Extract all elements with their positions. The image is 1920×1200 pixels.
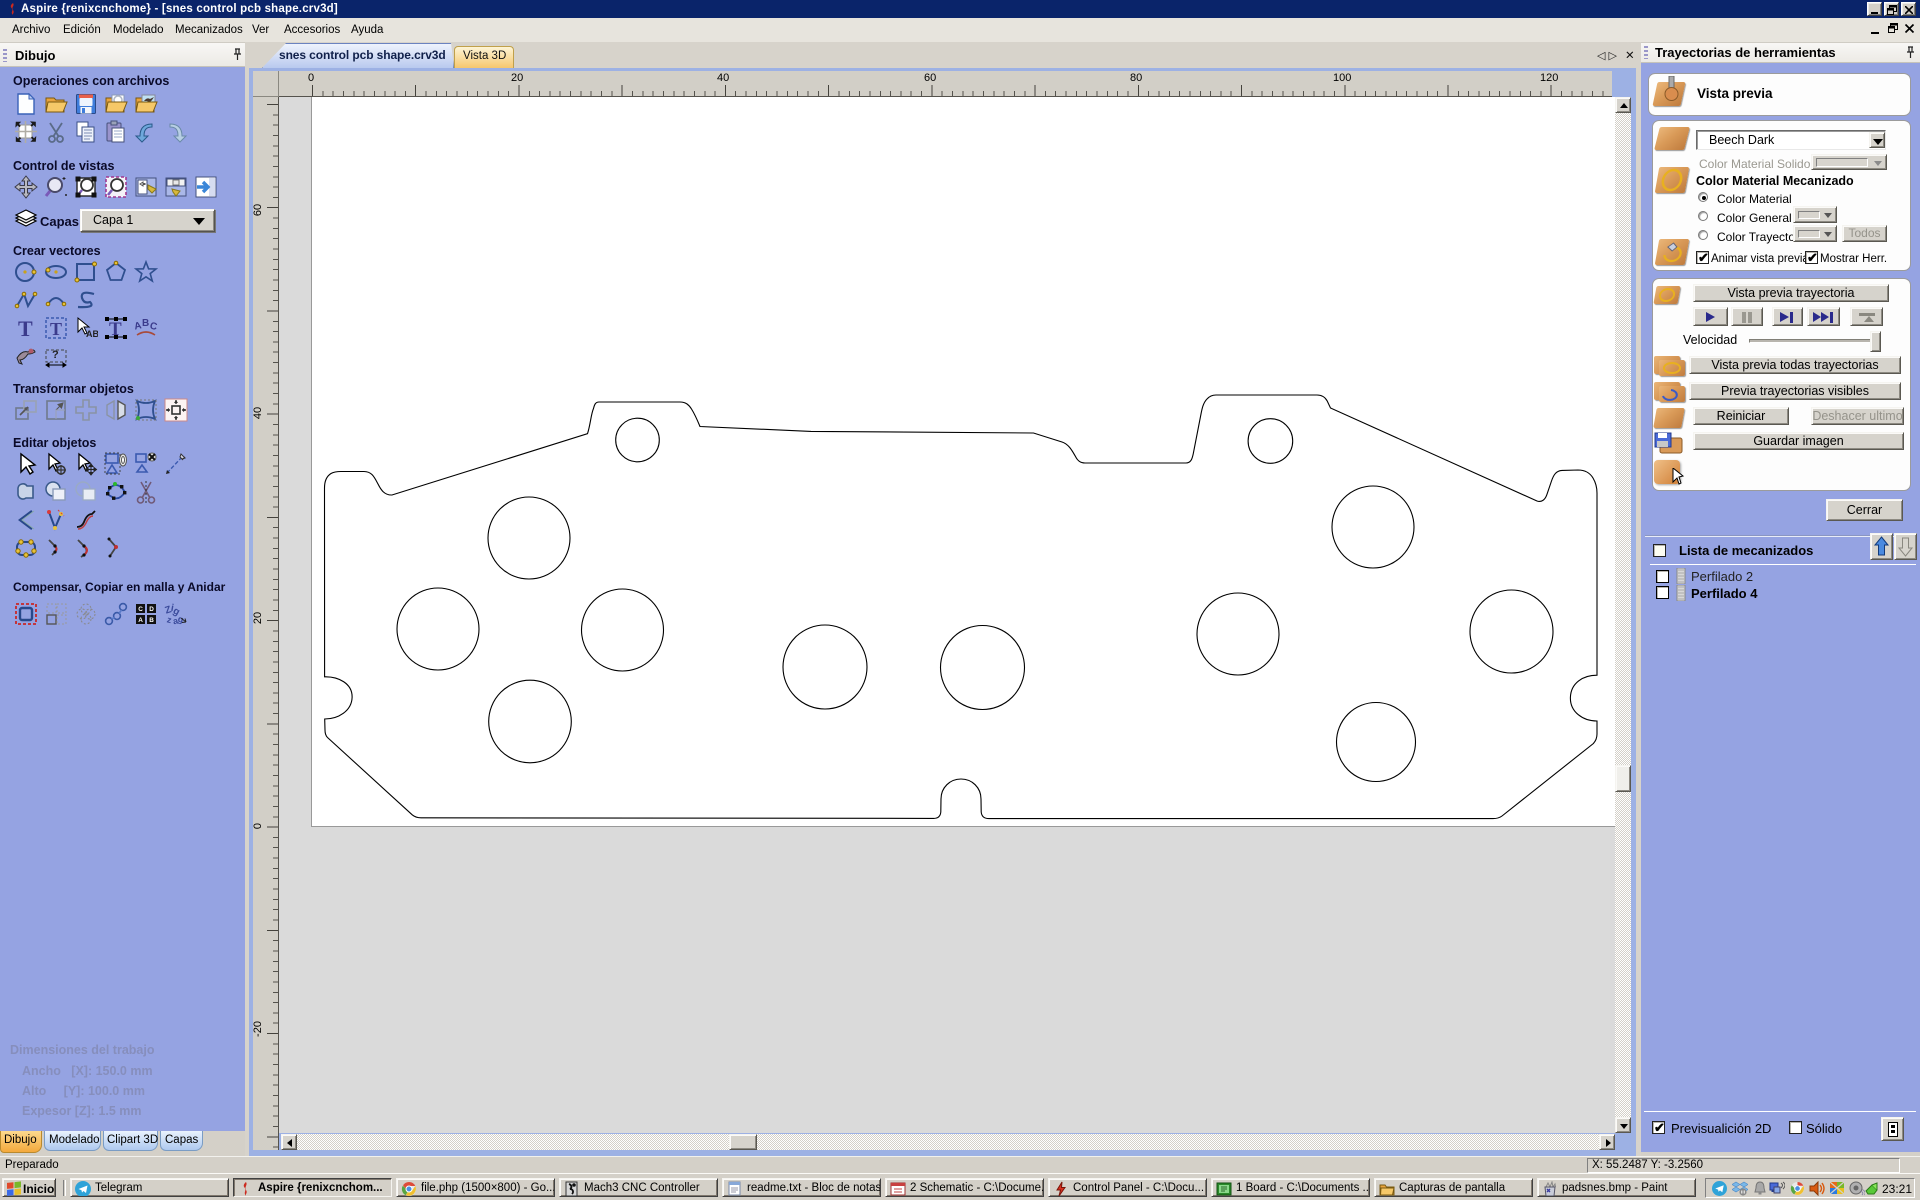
svg-text:T: T (18, 316, 33, 340)
svg-text:B: B (142, 318, 149, 329)
svg-text:D: D (149, 606, 154, 613)
svg-text:B: B (149, 617, 154, 624)
svg-text:g: g (177, 614, 185, 625)
svg-text:?: ? (52, 349, 59, 361)
svg-text:C: C (138, 606, 143, 613)
svg-text:A: A (138, 617, 143, 624)
svg-text:T: T (50, 319, 62, 339)
svg-text:C: C (149, 321, 158, 333)
svg-text:AB: AB (86, 329, 98, 339)
